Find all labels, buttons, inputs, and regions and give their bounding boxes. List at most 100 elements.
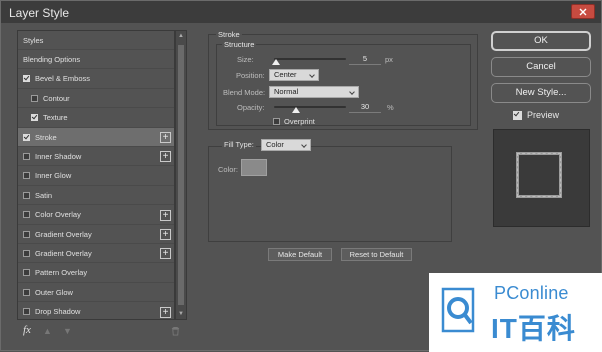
- size-slider[interactable]: [274, 58, 346, 60]
- overprint-checkbox[interactable]: [273, 118, 280, 125]
- title-bar: Layer Style: [1, 1, 601, 23]
- style-checkbox[interactable]: [23, 152, 30, 160]
- close-icon: [579, 8, 587, 15]
- style-item[interactable]: Stroke +: [18, 128, 174, 147]
- size-unit: px: [385, 55, 393, 64]
- plus-icon[interactable]: +: [160, 306, 171, 318]
- plus-icon[interactable]: +: [160, 209, 171, 221]
- opacity-unit: %: [387, 103, 394, 112]
- style-item[interactable]: Contour: [18, 89, 174, 109]
- style-item[interactable]: Inner Shadow +: [18, 147, 174, 167]
- watermark-brand: PConline: [494, 283, 569, 303]
- size-slider-handle[interactable]: [272, 59, 281, 65]
- style-checkbox[interactable]: [23, 308, 30, 316]
- style-item-label: Gradient Overlay: [35, 248, 92, 258]
- style-item-label: Inner Shadow: [35, 151, 82, 161]
- style-checkbox[interactable]: [23, 211, 30, 219]
- style-item[interactable]: Styles: [18, 31, 174, 50]
- style-checkbox[interactable]: [23, 191, 30, 199]
- opacity-slider-handle[interactable]: [291, 107, 300, 113]
- opacity-slider[interactable]: [274, 106, 346, 108]
- pconline-watermark: PConline IT百科: [429, 273, 602, 352]
- blend-mode-select[interactable]: Normal: [269, 86, 359, 98]
- style-checkbox[interactable]: [23, 249, 30, 257]
- styles-scrollbar[interactable]: ▲ ▼: [175, 30, 187, 320]
- scroll-thumb[interactable]: [178, 45, 184, 305]
- watermark-subtitle: IT百科: [491, 313, 576, 344]
- style-item[interactable]: Outer Glow: [18, 283, 174, 303]
- position-select[interactable]: Center: [269, 69, 319, 81]
- preview-thumbnail: [493, 129, 590, 227]
- style-item[interactable]: Gradient Overlay +: [18, 244, 174, 264]
- style-item-label: Gradient Overlay: [35, 229, 92, 239]
- close-button[interactable]: [571, 4, 595, 19]
- fill-type-select[interactable]: Color: [261, 139, 311, 151]
- plus-icon[interactable]: +: [160, 151, 171, 163]
- scroll-down-icon[interactable]: ▼: [178, 311, 184, 317]
- style-item-label: Pattern Overlay: [35, 268, 88, 278]
- preview-checkbox[interactable]: [513, 111, 522, 120]
- preview-stroke-square: [516, 152, 562, 198]
- ok-button[interactable]: OK: [491, 31, 591, 51]
- style-item-label: Inner Glow: [35, 171, 72, 181]
- style-item[interactable]: Texture: [18, 109, 174, 128]
- reset-to-default-button[interactable]: Reset to Default: [341, 248, 412, 261]
- style-item[interactable]: Blending Options: [18, 50, 174, 70]
- style-item[interactable]: Satin: [18, 186, 174, 206]
- style-checkbox[interactable]: [23, 288, 30, 296]
- style-checkbox[interactable]: [23, 172, 30, 180]
- preview-label: Preview: [527, 110, 560, 120]
- style-checkbox[interactable]: [31, 114, 38, 122]
- style-checkbox[interactable]: [23, 230, 30, 238]
- stroke-panel: Stroke Structure Size: 5 px Position: Ce…: [202, 30, 478, 262]
- style-item[interactable]: Gradient Overlay +: [18, 225, 174, 244]
- styles-footer: fx ▲ ▼: [17, 323, 187, 341]
- layer-style-dialog: Layer Style Styles Blending Options Bevel …: [0, 0, 602, 352]
- new-style-button[interactable]: New Style...: [491, 83, 591, 103]
- window-title: Layer Style: [9, 6, 70, 20]
- plus-icon[interactable]: +: [160, 248, 171, 260]
- style-checkbox[interactable]: [23, 269, 30, 277]
- style-item-label: Styles: [23, 35, 44, 45]
- stroke-title: Stroke: [216, 30, 242, 39]
- position-label: Position:: [236, 71, 265, 80]
- scroll-up-icon[interactable]: ▲: [178, 33, 184, 39]
- styles-list: Styles Blending Options Bevel & Emboss Cont…: [17, 30, 175, 320]
- style-item[interactable]: Bevel & Emboss: [18, 70, 174, 89]
- style-item-label: Contour: [43, 93, 70, 103]
- structure-group: [216, 44, 471, 126]
- style-checkbox[interactable]: [31, 94, 38, 102]
- style-checkbox[interactable]: [23, 75, 30, 83]
- blend-mode-label: Blend Mode:: [223, 88, 266, 97]
- plus-icon[interactable]: +: [160, 229, 171, 240]
- style-item[interactable]: Pattern Overlay: [18, 264, 174, 283]
- arrow-down-icon[interactable]: ▼: [63, 326, 73, 336]
- arrow-up-icon[interactable]: ▲: [43, 326, 53, 336]
- style-item[interactable]: Inner Glow: [18, 167, 174, 186]
- style-item-label: Satin: [35, 190, 53, 200]
- style-item-label: Outer Glow: [35, 287, 73, 297]
- color-label: Color:: [218, 165, 239, 174]
- fill-type-label: Fill Type:: [222, 140, 256, 149]
- make-default-button[interactable]: Make Default: [268, 248, 332, 261]
- color-swatch[interactable]: [241, 159, 267, 176]
- plus-icon[interactable]: +: [160, 132, 171, 143]
- style-item[interactable]: Drop Shadow +: [18, 303, 174, 319]
- overprint-label: Overprint: [284, 117, 315, 126]
- style-item-label: Bevel & Emboss: [35, 74, 91, 84]
- style-item-label: Color Overlay: [35, 210, 81, 220]
- style-item-label: Blending Options: [23, 54, 81, 64]
- trash-icon[interactable]: [171, 326, 181, 336]
- style-item-label: Drop Shadow: [35, 307, 81, 317]
- style-item-label: Texture: [43, 113, 68, 123]
- cancel-button[interactable]: Cancel: [491, 57, 591, 77]
- styles-panel: Styles Blending Options Bevel & Emboss Cont…: [17, 30, 187, 343]
- pconline-logo-icon: [441, 287, 475, 333]
- style-item[interactable]: Color Overlay +: [18, 206, 174, 225]
- fx-icon[interactable]: fx: [23, 324, 31, 336]
- style-item-label: Stroke: [35, 132, 57, 142]
- opacity-input[interactable]: 30: [349, 101, 381, 113]
- style-checkbox[interactable]: [23, 133, 30, 141]
- size-input[interactable]: 5: [349, 53, 381, 65]
- opacity-label: Opacity:: [237, 103, 265, 112]
